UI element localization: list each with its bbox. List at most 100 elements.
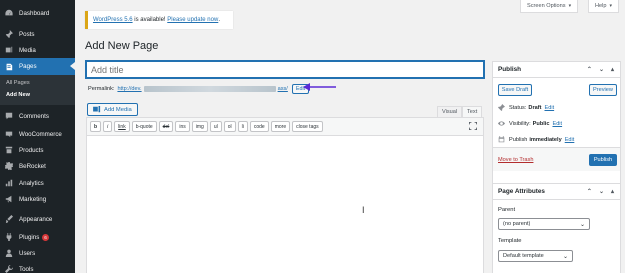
status-edit-link[interactable]: Edit <box>544 105 554 111</box>
box-controls: ⌃ ⌄ ▴ <box>587 188 614 195</box>
sidebar-item-label: BeRocket <box>19 162 46 170</box>
content-editor[interactable]: b i link b-quote del ins img ul ol li co… <box>86 117 484 273</box>
quicktag-italic-button[interactable]: i <box>103 121 113 132</box>
quicktag-del-button[interactable]: del <box>158 121 174 132</box>
eye-icon <box>498 120 505 127</box>
tab-visual[interactable]: Visual <box>437 106 463 117</box>
sidebar-item-dashboard[interactable]: Dashboard <box>0 5 75 21</box>
quicktag-ul-button[interactable]: ul <box>209 121 222 132</box>
sidebar-item-berocket[interactable]: BeRocket <box>0 158 75 174</box>
template-label: Template <box>498 238 522 244</box>
quicktag-code-button[interactable]: code <box>249 121 269 132</box>
gear-icon <box>4 162 13 171</box>
publish-actions: Move to Trash Publish <box>493 147 620 171</box>
visibility-value: Public <box>532 120 550 127</box>
sidebar-item-label: Posts <box>19 30 35 38</box>
quicktag-blockquote-button[interactable]: b-quote <box>131 121 157 132</box>
quicktag-close-tags-button[interactable]: close tags <box>292 121 323 132</box>
pages-submenu: All Pages Add New <box>0 75 75 105</box>
preview-button[interactable]: Preview <box>589 84 617 96</box>
sidebar-item-appearance[interactable]: Appearance <box>0 211 75 227</box>
publish-time-edit-link[interactable]: Edit <box>565 137 575 143</box>
quicktag-ol-button[interactable]: ol <box>223 121 236 132</box>
collapse-icon[interactable]: ▴ <box>611 188 614 195</box>
fullscreen-icon[interactable] <box>469 122 477 130</box>
page-attributes-box: Page Attributes ⌃ ⌄ ▴ Parent (no parent)… <box>492 183 621 273</box>
quicktag-ins-button[interactable]: ins <box>175 121 190 132</box>
template-select-value: Default template <box>503 253 544 259</box>
move-up-icon[interactable]: ⌃ <box>587 188 592 195</box>
parent-select-value: (no parent) <box>503 221 531 227</box>
status-label: Status: <box>509 104 527 111</box>
move-down-icon[interactable]: ⌄ <box>599 188 604 195</box>
sidebar-item-users[interactable]: Users <box>0 245 75 261</box>
update-now-link[interactable]: Please update now <box>167 17 218 23</box>
permalink-url-end[interactable]: ass/ <box>278 86 288 92</box>
sidebar-item-tools[interactable]: Tools <box>0 261 75 273</box>
move-up-icon[interactable]: ⌃ <box>587 66 592 73</box>
submenu-all-pages[interactable]: All Pages <box>6 80 30 86</box>
wordpress-version-link[interactable]: WordPress 5.6 <box>93 17 133 23</box>
quicktag-more-button[interactable]: more <box>270 121 291 132</box>
arrow-annotation-icon <box>303 83 336 91</box>
publish-button[interactable]: Publish <box>589 154 617 166</box>
dashboard-icon <box>4 9 13 18</box>
permalink-url-start[interactable]: http://dev. <box>117 86 141 92</box>
save-draft-button[interactable]: Save Draft <box>498 84 532 96</box>
page-title: Add New Page <box>85 40 159 52</box>
chevron-down-icon: ⌄ <box>579 222 585 228</box>
sidebar-item-label: Dashboard <box>19 9 50 17</box>
quicktags-toolbar: b i link b-quote del ins img ul ol li co… <box>87 118 483 136</box>
screen-options-label: Screen Options <box>527 3 566 9</box>
media-icon <box>4 46 13 55</box>
sidebar-item-media[interactable]: Media <box>0 42 75 58</box>
parent-label: Parent <box>498 207 516 213</box>
screen-options-button[interactable]: Screen Options ▾ <box>520 0 579 13</box>
sidebar-item-analytics[interactable]: Analytics <box>0 175 75 191</box>
submenu-add-new[interactable]: Add New <box>6 92 30 98</box>
plug-icon <box>4 233 13 242</box>
quicktag-link-button[interactable]: link <box>114 121 130 132</box>
publish-time-label: Publish <box>509 136 528 143</box>
sidebar-item-products[interactable]: Products <box>0 142 75 158</box>
status-row: Status: Draft Edit <box>498 104 554 111</box>
wrench-icon <box>4 265 13 273</box>
sidebar-item-label: Marketing <box>19 195 47 203</box>
chevron-down-icon: ▾ <box>609 3 613 9</box>
comment-icon <box>4 112 13 121</box>
update-notice: WordPress 5.6 is available! Please updat… <box>85 11 233 29</box>
bar-chart-icon <box>4 179 13 188</box>
sidebar-item-label: Plugins <box>19 233 40 241</box>
visibility-edit-link[interactable]: Edit <box>552 121 562 127</box>
parent-select[interactable]: (no parent) ⌄ <box>498 218 590 230</box>
move-down-icon[interactable]: ⌄ <box>599 66 604 73</box>
sidebar-item-posts[interactable]: Posts <box>0 26 75 42</box>
template-select[interactable]: Default template ⌄ <box>498 250 573 262</box>
quicktag-li-button[interactable]: li <box>237 121 248 132</box>
title-input[interactable] <box>86 61 484 78</box>
collapse-icon[interactable]: ▴ <box>611 66 614 73</box>
quicktag-bold-button[interactable]: b <box>90 121 102 132</box>
calendar-icon <box>498 136 505 143</box>
permalink-label: Permalink: <box>88 86 115 92</box>
help-button[interactable]: Help ▾ <box>588 0 620 13</box>
move-to-trash-link[interactable]: Move to Trash <box>498 157 533 163</box>
quicktag-img-button[interactable]: img <box>191 121 208 132</box>
chevron-down-icon: ▾ <box>568 3 572 9</box>
tab-text[interactable]: Text <box>462 106 483 117</box>
help-label: Help <box>595 3 607 9</box>
sidebar-item-plugins[interactable]: Plugins 6 <box>0 229 75 245</box>
status-value: Draft <box>528 104 542 111</box>
add-media-button[interactable]: Add Media <box>87 103 138 116</box>
publish-time-value: immediately <box>529 136 562 143</box>
megaphone-icon <box>4 195 13 204</box>
permalink-blurred-slug <box>143 86 276 92</box>
sidebar-item-comments[interactable]: Comments <box>0 108 75 124</box>
sidebar-item-woocommerce[interactable]: WooCommerce <box>0 126 75 142</box>
sidebar-item-marketing[interactable]: Marketing <box>0 191 75 207</box>
page-icon <box>4 62 13 71</box>
sidebar-item-pages[interactable]: Pages <box>0 58 75 75</box>
notice-end: . <box>218 17 220 23</box>
woocommerce-icon <box>4 130 13 139</box>
box-controls: ⌃ ⌄ ▴ <box>587 66 614 73</box>
